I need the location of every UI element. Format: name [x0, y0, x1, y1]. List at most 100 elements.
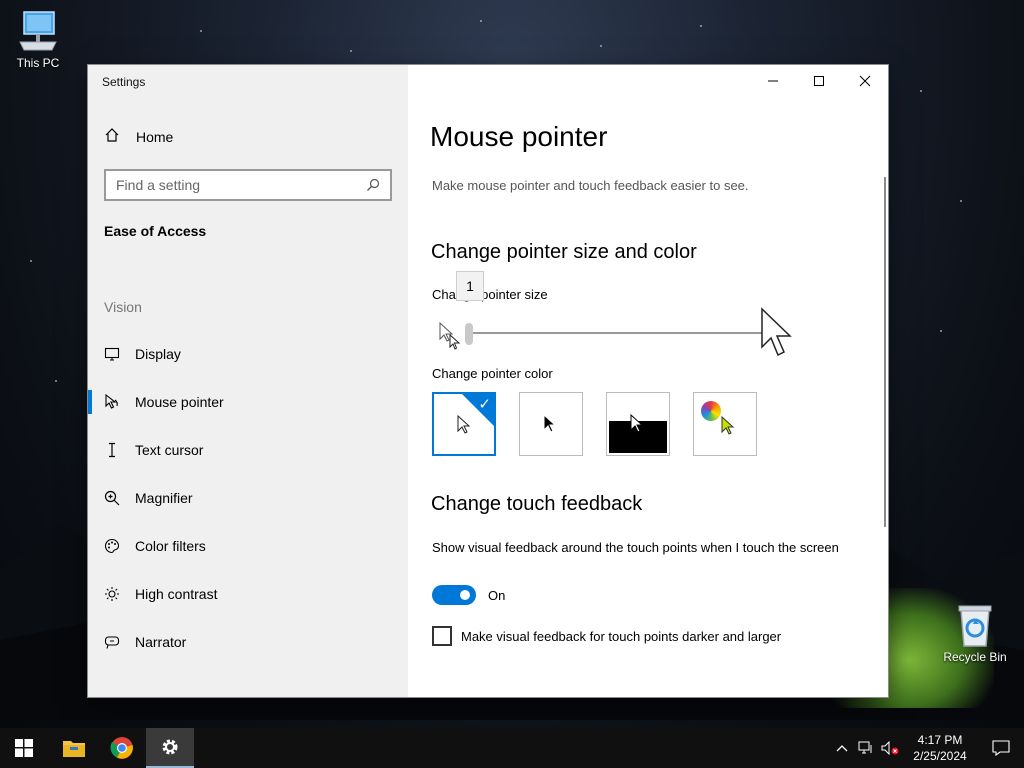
settings-window: Settings Home Find a setting Ease of Acc…: [88, 65, 888, 697]
high-contrast-icon: [104, 586, 135, 602]
main-content: Mouse pointer Make mouse pointer and tou…: [408, 65, 888, 697]
group-label-vision: Vision: [104, 299, 142, 315]
pointer-size-label: Change pointer size: [432, 287, 548, 302]
sidebar-item-label: Narrator: [135, 634, 187, 650]
recycle-bin-label: Recycle Bin: [943, 650, 1007, 664]
computer-icon: [19, 11, 57, 51]
page-title: Mouse pointer: [430, 121, 608, 152]
sidebar-item-label: Color filters: [135, 538, 206, 554]
windows-logo-icon: [15, 739, 33, 757]
touch-feedback-heading: Change touch feedback: [431, 493, 643, 515]
scrollbar[interactable]: [884, 177, 886, 527]
clock-time: 4:17 PM: [917, 733, 963, 747]
pointer-color-custom[interactable]: [693, 392, 757, 456]
pointer-size-slider[interactable]: [438, 307, 798, 357]
small-cursor-icon: [439, 321, 461, 350]
this-pc-desktop-icon[interactable]: This PC: [0, 10, 76, 70]
settings-taskbar-button[interactable]: [146, 728, 194, 768]
touch-feedback-description: Show visual feedback around the touch po…: [432, 540, 839, 555]
white-cursor-icon: [457, 414, 471, 434]
slider-value-tooltip: 1: [456, 271, 484, 301]
taskbar: 4:17 PM 2/25/2024: [0, 728, 1024, 768]
pointer-color-white[interactable]: ✓: [432, 392, 496, 456]
darker-feedback-label[interactable]: Make visual feedback for touch points da…: [461, 629, 781, 644]
section-title: Ease of Access: [104, 223, 207, 239]
slider-track[interactable]: [468, 332, 766, 334]
file-explorer-icon: [63, 741, 85, 757]
sidebar-item-label: High contrast: [135, 586, 218, 602]
inverted-cursor-icon: [630, 413, 644, 433]
minimize-icon: [768, 80, 778, 82]
color-wheel-icon: [701, 401, 721, 421]
sidebar-item-narrator[interactable]: Narrator: [88, 618, 408, 666]
maximize-button[interactable]: [796, 65, 842, 97]
home-link[interactable]: Home: [104, 127, 173, 146]
recycle-bin-icon: [958, 605, 992, 647]
show-hidden-icons-button[interactable]: [830, 744, 854, 752]
darker-feedback-checkbox[interactable]: [432, 626, 452, 646]
chrome-icon: [110, 737, 133, 759]
close-button[interactable]: [842, 65, 888, 97]
narrator-icon: [104, 634, 135, 650]
sidebar: Settings Home Find a setting Ease of Acc…: [88, 65, 408, 697]
mouse-pointer-icon: [104, 394, 135, 410]
color-filters-icon: [104, 538, 135, 554]
action-center-button[interactable]: [978, 740, 1024, 756]
sidebar-item-label: Display: [135, 346, 181, 362]
this-pc-label: This PC: [16, 56, 60, 70]
volume-button[interactable]: [878, 741, 902, 755]
black-cursor-icon: [543, 413, 557, 433]
pointer-color-black[interactable]: [519, 392, 583, 456]
search-icon[interactable]: [366, 178, 380, 192]
chevron-up-icon: [836, 745, 848, 752]
sidebar-item-magnifier[interactable]: Magnifier: [88, 474, 408, 522]
close-icon: [859, 75, 871, 87]
sidebar-item-display[interactable]: Display: [88, 330, 408, 378]
darker-feedback-row: Make visual feedback for touch points da…: [432, 626, 781, 646]
network-button[interactable]: [854, 741, 878, 755]
chrome-button[interactable]: [98, 728, 146, 768]
search-input[interactable]: Find a setting: [116, 177, 366, 193]
window-controls: [750, 65, 888, 97]
sidebar-item-mouse-pointer[interactable]: Mouse pointer: [88, 378, 408, 426]
pointer-color-options: ✓: [432, 392, 757, 456]
sidebar-item-label: Mouse pointer: [135, 394, 224, 410]
pointer-color-label: Change pointer color: [432, 366, 553, 381]
maximize-icon: [814, 76, 824, 86]
search-box[interactable]: Find a setting: [104, 169, 392, 201]
app-title: Settings: [102, 75, 146, 89]
touch-feedback-toggle[interactable]: [432, 585, 476, 605]
page-description: Make mouse pointer and touch feedback ea…: [432, 178, 749, 193]
clock-date: 2/25/2024: [913, 749, 967, 763]
magnifier-icon: [104, 490, 135, 506]
network-icon: [858, 741, 872, 754]
volume-muted-icon: [881, 741, 899, 755]
sidebar-item-label: Magnifier: [135, 490, 193, 506]
slider-thumb[interactable]: [465, 323, 473, 345]
toggle-knob: [460, 590, 470, 600]
large-cursor-icon: [761, 307, 792, 357]
start-button[interactable]: [0, 728, 48, 768]
system-tray: 4:17 PM 2/25/2024: [830, 728, 1024, 768]
sidebar-item-color-filters[interactable]: Color filters: [88, 522, 408, 570]
recycle-bin-desktop-icon[interactable]: Recycle Bin: [937, 602, 1013, 664]
home-label: Home: [136, 128, 174, 145]
notification-icon: [992, 740, 1010, 756]
pointer-size-color-heading: Change pointer size and color: [431, 241, 697, 263]
pointer-color-inverted[interactable]: [606, 392, 670, 456]
custom-cursor-icon: [721, 415, 735, 435]
text-cursor-icon: [104, 442, 135, 458]
clock[interactable]: 4:17 PM 2/25/2024: [902, 732, 978, 764]
nav-list: Display Mouse pointer Text cursor Magnif…: [88, 330, 408, 666]
toggle-state-label: On: [488, 587, 506, 603]
sidebar-item-high-contrast[interactable]: High contrast: [88, 570, 408, 618]
display-icon: [104, 346, 135, 362]
home-icon: [104, 127, 136, 146]
checkmark-icon: ✓: [478, 396, 491, 413]
settings-icon: [162, 739, 178, 755]
touch-feedback-toggle-row: On: [432, 585, 505, 605]
file-explorer-button[interactable]: [50, 728, 98, 768]
minimize-button[interactable]: [750, 65, 796, 97]
sidebar-item-text-cursor[interactable]: Text cursor: [88, 426, 408, 474]
sidebar-item-label: Text cursor: [135, 442, 204, 458]
